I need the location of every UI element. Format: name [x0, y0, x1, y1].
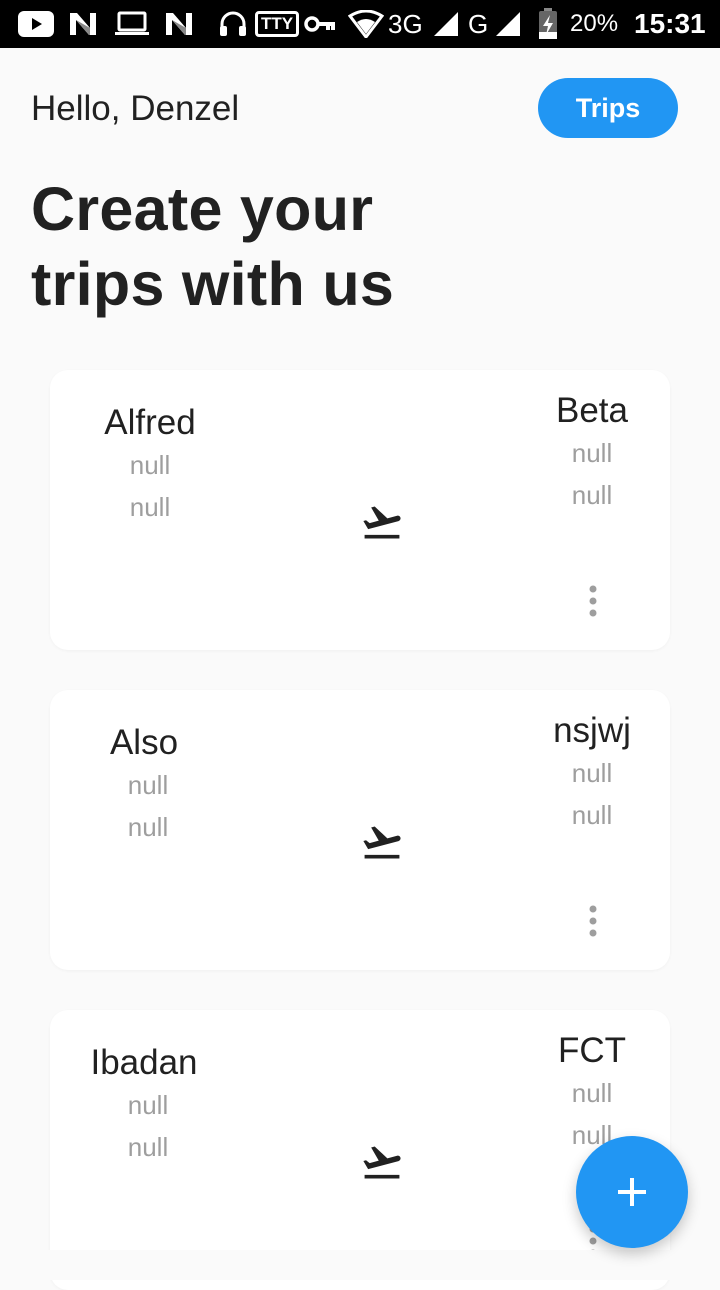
trips-button[interactable]: Trips — [538, 78, 678, 138]
trip-origin: Alfred null null — [50, 402, 250, 528]
trip-destination: nsjwj null null — [492, 710, 670, 836]
n-notification-icon — [68, 8, 98, 40]
battery-charging-icon — [536, 8, 560, 40]
origin-detail-1: null — [127, 770, 169, 800]
signal-icon-2 — [494, 8, 522, 40]
list-scroll-edge — [0, 1250, 720, 1280]
origin-detail-2: null — [127, 1132, 169, 1162]
network-g-label: G — [468, 9, 489, 39]
origin-detail-2: null — [129, 492, 171, 522]
destination-detail-1: null — [571, 758, 613, 788]
battery-percent: 20% — [570, 10, 619, 37]
status-bar: TTY 3G G 20% 15:31 — [0, 0, 720, 48]
flight-takeoff-icon — [363, 1146, 401, 1179]
greeting: Hello, Denzel — [31, 89, 240, 128]
signal-icon — [432, 8, 460, 40]
network-3g-label: 3G — [388, 9, 423, 39]
destination-city: nsjwj — [553, 711, 631, 750]
headset-icon — [218, 8, 248, 40]
laptop-icon — [114, 8, 150, 40]
destination-detail-2: null — [571, 800, 613, 830]
origin-detail-1: null — [129, 450, 171, 480]
tty-icon: TTY — [254, 8, 300, 40]
clock: 15:31 — [634, 8, 706, 39]
origin-city: Alfred — [104, 403, 196, 442]
destination-detail-1: null — [571, 438, 613, 468]
headline-line-2: trips with us — [31, 250, 395, 318]
flight-takeoff-icon — [363, 826, 401, 859]
trip-origin: Also null null — [50, 722, 244, 848]
more-vert-icon[interactable] — [580, 584, 606, 618]
origin-city: Also — [109, 723, 179, 762]
tty-label: TTY — [254, 11, 300, 37]
add-icon — [618, 1178, 646, 1206]
destination-detail-1: null — [571, 1078, 613, 1108]
headline-line-1: Create your — [31, 175, 374, 243]
origin-detail-2: null — [127, 812, 169, 842]
trip-origin: Ibadan null null — [50, 1042, 244, 1168]
destination-city: FCT — [557, 1031, 627, 1070]
trip-card[interactable]: Ibadan null null FCT null null — [50, 1010, 670, 1290]
flight-takeoff-icon — [363, 506, 401, 539]
destination-detail-2: null — [571, 480, 613, 510]
wifi-icon — [348, 8, 384, 40]
vpn-key-icon — [304, 8, 336, 40]
origin-detail-1: null — [127, 1090, 169, 1120]
more-vert-icon[interactable] — [580, 904, 606, 938]
trip-card[interactable]: Also null null nsjwj null null — [50, 690, 670, 970]
youtube-icon — [18, 8, 54, 40]
destination-city: Beta — [556, 391, 628, 430]
origin-city: Ibadan — [90, 1043, 198, 1082]
add-trip-button[interactable] — [576, 1136, 688, 1248]
n-notification-icon-2 — [164, 8, 194, 40]
page-headline: Create your trips with us — [31, 172, 481, 322]
trip-destination: Beta null null — [492, 390, 670, 516]
trip-card[interactable]: Alfred null null Beta null null — [50, 370, 670, 650]
